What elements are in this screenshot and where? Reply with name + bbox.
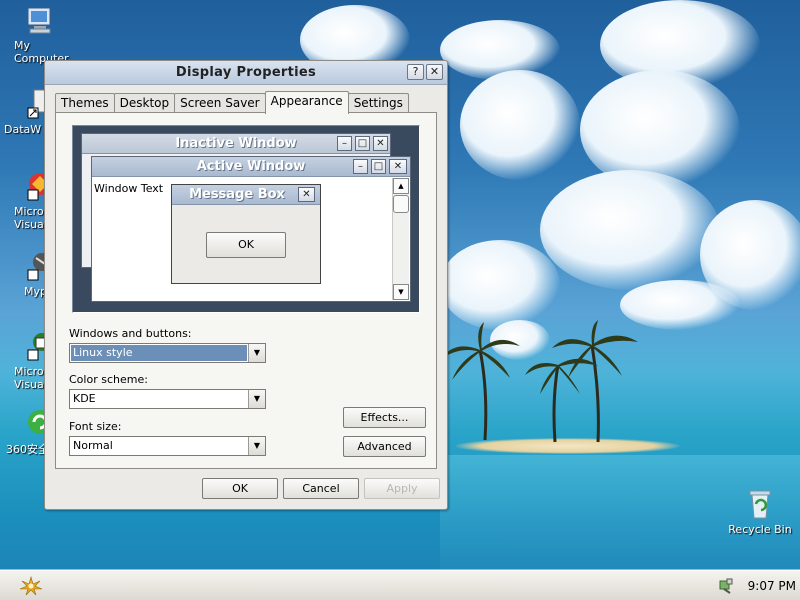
minimize-icon: – xyxy=(337,136,352,151)
tab-appearance[interactable]: Appearance xyxy=(264,91,349,114)
dialog-titlebar[interactable]: Display Properties ? ✕ xyxy=(45,61,447,85)
tab-settings[interactable]: Settings xyxy=(347,93,409,113)
color-scheme-select[interactable]: KDE ▼ xyxy=(69,389,266,409)
desktop-icon-label: Recycle Bin xyxy=(728,523,792,536)
apply-button[interactable]: Apply xyxy=(364,478,440,499)
desktop-icon-my-computer[interactable]: My Computer xyxy=(4,4,74,65)
close-icon: ✕ xyxy=(389,159,407,174)
scroll-up-icon: ▲ xyxy=(393,178,409,194)
preview-message-box: Message Box ✕ OK xyxy=(171,184,321,284)
cancel-button[interactable]: Cancel xyxy=(283,478,359,499)
chevron-down-icon: ▼ xyxy=(248,437,265,455)
preview-scrollbar: ▲ ▼ xyxy=(392,178,409,300)
tab-desktop[interactable]: Desktop xyxy=(113,93,176,113)
color-scheme-label: Color scheme: xyxy=(69,373,148,386)
help-button[interactable]: ? xyxy=(407,64,424,80)
network-icon[interactable] xyxy=(718,578,734,594)
tab-screen-saver[interactable]: Screen Saver xyxy=(174,93,266,113)
close-icon: ✕ xyxy=(298,187,315,202)
desktop-icon-recycle-bin[interactable]: Recycle Bin xyxy=(722,488,798,536)
my-computer-icon xyxy=(27,7,51,34)
effects-button[interactable]: Effects... xyxy=(343,407,426,428)
system-tray: 9:07 PM xyxy=(696,574,796,598)
advanced-button[interactable]: Advanced xyxy=(343,436,426,457)
recycle-bin-icon xyxy=(749,490,771,519)
font-size-label: Font size: xyxy=(69,420,122,433)
window-text: Window Text xyxy=(94,182,164,195)
tab-strip: Themes Desktop Screen Saver Appearance S… xyxy=(55,91,409,114)
ok-button[interactable]: OK xyxy=(202,478,278,499)
close-icon: ✕ xyxy=(373,136,388,151)
start-icon[interactable] xyxy=(18,575,44,597)
font-size-select[interactable]: Normal ▼ xyxy=(69,436,266,456)
display-properties-dialog: Display Properties ? ✕ Themes Desktop Sc… xyxy=(44,60,448,510)
chevron-down-icon: ▼ xyxy=(248,390,265,408)
taskbar: 9:07 PM xyxy=(0,570,800,600)
maximize-icon: □ xyxy=(371,159,386,174)
message-box-ok-button: OK xyxy=(206,232,286,258)
scroll-down-icon: ▼ xyxy=(393,284,409,300)
minimize-icon: – xyxy=(353,159,368,174)
appearance-panel: Inactive Window – □ ✕ Active Window – □ … xyxy=(55,112,437,469)
clock[interactable]: 9:07 PM xyxy=(748,579,796,593)
dialog-title: Display Properties xyxy=(175,65,317,80)
windows-and-buttons-select[interactable]: Linux style ▼ xyxy=(69,343,266,363)
palm-trees xyxy=(442,320,638,443)
maximize-icon: □ xyxy=(355,136,370,151)
color-scheme-value: KDE xyxy=(73,392,96,405)
appearance-preview[interactable]: Inactive Window – □ ✕ Active Window – □ … xyxy=(72,125,420,313)
scroll-thumb xyxy=(393,195,409,213)
close-button[interactable]: ✕ xyxy=(426,64,443,80)
windows-and-buttons-value: Linux style xyxy=(71,345,247,361)
chevron-down-icon: ▼ xyxy=(248,344,265,362)
font-size-value: Normal xyxy=(73,439,113,452)
windows-and-buttons-label: Windows and buttons: xyxy=(69,327,192,340)
tab-themes[interactable]: Themes xyxy=(55,93,115,113)
